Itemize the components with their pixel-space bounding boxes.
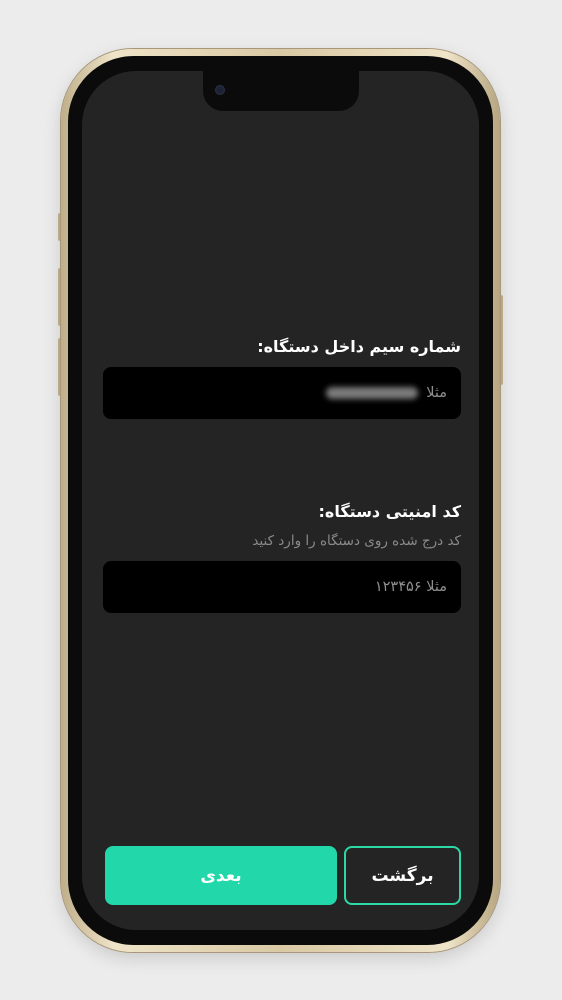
app-screen: شماره سیم داخل دستگاه: مثلا کد امنیتی دس… (82, 71, 479, 930)
blurred-example-number (326, 387, 419, 399)
security-code-hint: کد درج شده روی دستگاه را وارد کنید (252, 533, 461, 549)
phone-bezel: شماره سیم داخل دستگاه: مثلا کد امنیتی دس… (68, 56, 493, 945)
security-code-label: کد امنیتی دستگاه: (318, 502, 462, 521)
back-button[interactable]: برگشت (344, 846, 461, 905)
sim-number-label: شماره سیم داخل دستگاه: (257, 337, 461, 356)
sim-number-input[interactable]: مثلا (103, 367, 461, 419)
security-code-placeholder: مثلا ۱۲۳۴۵۶ (374, 579, 447, 595)
security-code-input[interactable]: مثلا ۱۲۳۴۵۶ (103, 561, 461, 613)
sim-number-placeholder: مثلا (426, 385, 447, 401)
back-button-label: برگشت (371, 865, 434, 886)
next-button[interactable]: بعدی (105, 846, 337, 905)
next-button-label: بعدی (200, 865, 242, 886)
notch (202, 71, 359, 111)
camera-icon (214, 85, 225, 95)
phone-frame: شماره سیم داخل دستگاه: مثلا کد امنیتی دس… (61, 49, 500, 952)
